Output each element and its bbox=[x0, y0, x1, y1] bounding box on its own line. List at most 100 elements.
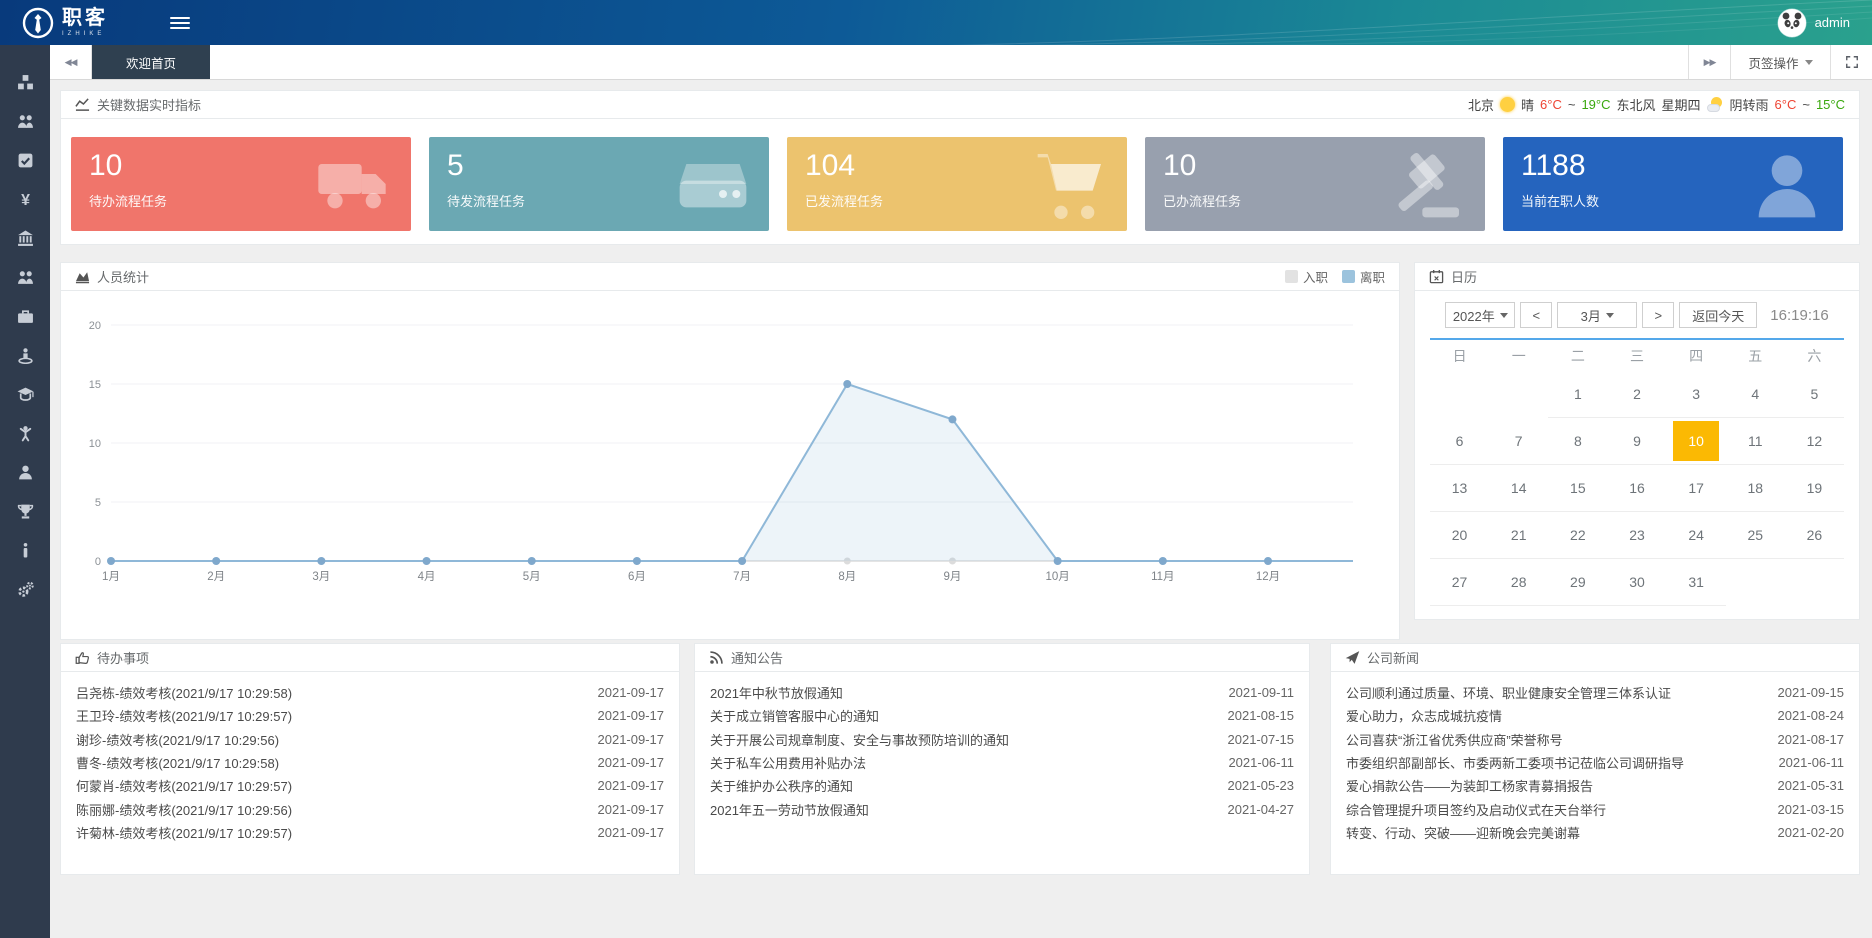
calendar-day-cell[interactable]: 3 bbox=[1667, 371, 1726, 418]
tab-welcome-home[interactable]: 欢迎首页 bbox=[92, 45, 210, 79]
calendar-day-cell[interactable]: 11 bbox=[1726, 418, 1785, 465]
calendar-day-cell[interactable]: 14 bbox=[1489, 465, 1548, 512]
calendar-day-cell[interactable]: 10 bbox=[1667, 418, 1726, 465]
fullscreen-button[interactable] bbox=[1830, 45, 1872, 79]
tab-operations-dropdown[interactable]: 页签操作 bbox=[1730, 45, 1830, 79]
stat-card-done-tasks[interactable]: 10 已办流程任务 bbox=[1145, 137, 1485, 231]
sidebar-item-activity[interactable] bbox=[0, 414, 50, 453]
sun-cloud-icon bbox=[1707, 97, 1724, 112]
legend-item-hired[interactable]: 入职 bbox=[1285, 267, 1328, 286]
sidebar-item-users[interactable] bbox=[0, 102, 50, 141]
news-item[interactable]: 公司喜获“浙江省优秀供应商”荣誉称号 2021-08-17 bbox=[1346, 728, 1844, 751]
tilde: ~ bbox=[1802, 97, 1810, 112]
calendar-day-cell[interactable]: 27 bbox=[1430, 559, 1489, 606]
calendar-title: 日历 bbox=[1451, 267, 1477, 286]
news-item[interactable]: 综合管理提升项目签约及启动仪式在天台举行 2021-03-15 bbox=[1346, 797, 1844, 820]
todo-item[interactable]: 谢珍-绩效考核(2021/9/17 10:29:56) 2021-09-17 bbox=[76, 728, 664, 751]
calendar-day-cell[interactable]: 2 bbox=[1607, 371, 1666, 418]
calendar-day-cell[interactable]: 7 bbox=[1489, 418, 1548, 465]
sidebar-item-tasks[interactable] bbox=[0, 141, 50, 180]
sidebar-item-cubes[interactable] bbox=[0, 63, 50, 102]
sidebar-toggle-button[interactable] bbox=[170, 17, 190, 29]
staff-statistics-panel: 人员统计 入职 离职 051015201月2月3月4月5月6月7月8月9月10月… bbox=[60, 262, 1400, 640]
sidebar-item-performance[interactable] bbox=[0, 492, 50, 531]
sidebar-item-briefcase[interactable] bbox=[0, 297, 50, 336]
news-panel: 公司新闻 公司顺利通过质量、环境、职业健康安全管理三体系认证 2021-09-1… bbox=[1330, 643, 1860, 875]
calendar-day-cell[interactable]: 18 bbox=[1726, 465, 1785, 512]
sidebar-item-salary[interactable]: ¥ bbox=[0, 180, 50, 219]
item-date: 2021-09-17 bbox=[598, 732, 665, 747]
stat-card-sent-tasks[interactable]: 104 已发流程任务 bbox=[787, 137, 1127, 231]
news-item[interactable]: 爱心捐款公告——为装卸工杨家青募捐报告 2021-05-31 bbox=[1346, 774, 1844, 797]
prev-month-button[interactable]: < bbox=[1520, 302, 1552, 328]
stat-card-employees[interactable]: 1188 当前在职人数 bbox=[1503, 137, 1843, 231]
item-date: 2021-04-27 bbox=[1228, 802, 1295, 817]
todo-item[interactable]: 陈丽娜-绩效考核(2021/9/17 10:29:56) 2021-09-17 bbox=[76, 797, 664, 820]
todo-item[interactable]: 何蒙肖-绩效考核(2021/9/17 10:29:57) 2021-09-17 bbox=[76, 774, 664, 797]
back-to-today-button[interactable]: 返回今天 bbox=[1679, 302, 1757, 328]
month-select[interactable]: 3月 bbox=[1557, 302, 1637, 328]
calendar-day-cell[interactable]: 30 bbox=[1607, 559, 1666, 606]
calendar-day-cell[interactable]: 8 bbox=[1548, 418, 1607, 465]
calendar-day-cell[interactable]: 25 bbox=[1726, 512, 1785, 559]
calendar-day-cell[interactable]: 26 bbox=[1785, 512, 1844, 559]
calendar-day-cell[interactable]: 5 bbox=[1785, 371, 1844, 418]
calendar-day-cell[interactable]: 31 bbox=[1667, 559, 1726, 606]
calendar-day-cell[interactable]: 24 bbox=[1667, 512, 1726, 559]
calendar-day-cell[interactable]: 21 bbox=[1489, 512, 1548, 559]
next-month-button[interactable]: > bbox=[1642, 302, 1674, 328]
calendar-day-cell[interactable]: 19 bbox=[1785, 465, 1844, 512]
user-icon bbox=[17, 464, 34, 481]
notice-item[interactable]: 关于开展公司规章制度、安全与事故预防培训的通知 2021-07-15 bbox=[710, 728, 1294, 751]
todo-item[interactable]: 许菊林-绩效考核(2021/9/17 10:29:57) 2021-09-17 bbox=[76, 821, 664, 844]
item-text: 曹冬-绩效考核(2021/9/17 10:29:58) bbox=[76, 753, 291, 772]
calendar-day-cell[interactable]: 1 bbox=[1548, 371, 1607, 418]
calendar-day-cell[interactable]: 29 bbox=[1548, 559, 1607, 606]
sidebar-item-street-view[interactable] bbox=[0, 336, 50, 375]
todo-item[interactable]: 曹冬-绩效考核(2021/9/17 10:29:58) 2021-09-17 bbox=[76, 751, 664, 774]
sidebar-item-training[interactable] bbox=[0, 375, 50, 414]
svg-text:20: 20 bbox=[89, 320, 101, 332]
tabs-scroll-right-button[interactable]: ▶▶ bbox=[1688, 45, 1730, 79]
notice-item[interactable]: 关于维护办公秩序的通知 2021-05-23 bbox=[710, 774, 1294, 797]
item-date: 2021-06-11 bbox=[1778, 755, 1844, 770]
sidebar-item-settings[interactable] bbox=[0, 570, 50, 609]
calendar-day-cell[interactable]: 17 bbox=[1667, 465, 1726, 512]
calendar-day-cell[interactable]: 15 bbox=[1548, 465, 1607, 512]
calendar-empty-cell bbox=[1785, 559, 1844, 606]
calendar-day-cell[interactable]: 9 bbox=[1607, 418, 1666, 465]
notice-item[interactable]: 2021年五一劳动节放假通知 2021-04-27 bbox=[710, 797, 1294, 820]
cogs-icon bbox=[17, 581, 34, 598]
news-item[interactable]: 公司顺利通过质量、环境、职业健康安全管理三体系认证 2021-09-15 bbox=[1346, 681, 1844, 704]
calendar-day-cell[interactable]: 13 bbox=[1430, 465, 1489, 512]
calendar-day-cell[interactable]: 28 bbox=[1489, 559, 1548, 606]
calendar-day-cell[interactable]: 20 bbox=[1430, 512, 1489, 559]
item-date: 2021-07-15 bbox=[1228, 732, 1295, 747]
news-item[interactable]: 爱心助力，众志成城抗疫情 2021-08-24 bbox=[1346, 704, 1844, 727]
stat-card-pending-tasks[interactable]: 10 待办流程任务 bbox=[71, 137, 411, 231]
calendar-day-cell[interactable]: 6 bbox=[1430, 418, 1489, 465]
notice-item[interactable]: 2021年中秋节放假通知 2021-09-11 bbox=[710, 681, 1294, 704]
calendar-day-cell[interactable]: 23 bbox=[1607, 512, 1666, 559]
tabs-scroll-left-button[interactable]: ◀◀ bbox=[50, 45, 92, 79]
todo-item[interactable]: 王卫玲-绩效考核(2021/9/17 10:29:57) 2021-09-17 bbox=[76, 704, 664, 727]
news-item[interactable]: 转变、行动、突破——迎新晚会完美谢幕 2021-02-20 bbox=[1346, 821, 1844, 844]
sidebar-item-profile[interactable] bbox=[0, 453, 50, 492]
stat-card-to-send-tasks[interactable]: 5 待发流程任务 bbox=[429, 137, 769, 231]
calendar-day-cell[interactable]: 12 bbox=[1785, 418, 1844, 465]
sidebar-item-info[interactable] bbox=[0, 531, 50, 570]
calendar-day-cell[interactable]: 22 bbox=[1548, 512, 1607, 559]
notice-item[interactable]: 关于私车公用费用补贴办法 2021-06-11 bbox=[710, 751, 1294, 774]
todo-item[interactable]: 吕尧栋-绩效考核(2021/9/17 10:29:58) 2021-09-17 bbox=[76, 681, 664, 704]
legend-item-left[interactable]: 离职 bbox=[1342, 267, 1385, 286]
svg-text:0: 0 bbox=[95, 556, 101, 568]
chevron-down-icon bbox=[1805, 60, 1813, 65]
news-item[interactable]: 市委组织部副部长、市委两新工委项书记莅临公司调研指导 2021-06-11 bbox=[1346, 751, 1844, 774]
sidebar-item-bank[interactable] bbox=[0, 219, 50, 258]
sidebar-item-staff[interactable] bbox=[0, 258, 50, 297]
year-select[interactable]: 2022年 bbox=[1445, 302, 1515, 328]
calendar-day-cell[interactable]: 16 bbox=[1607, 465, 1666, 512]
calendar-day-cell[interactable]: 4 bbox=[1726, 371, 1785, 418]
user-menu[interactable]: admin bbox=[1777, 8, 1850, 38]
notice-item[interactable]: 关于成立销管客服中心的通知 2021-08-15 bbox=[710, 704, 1294, 727]
